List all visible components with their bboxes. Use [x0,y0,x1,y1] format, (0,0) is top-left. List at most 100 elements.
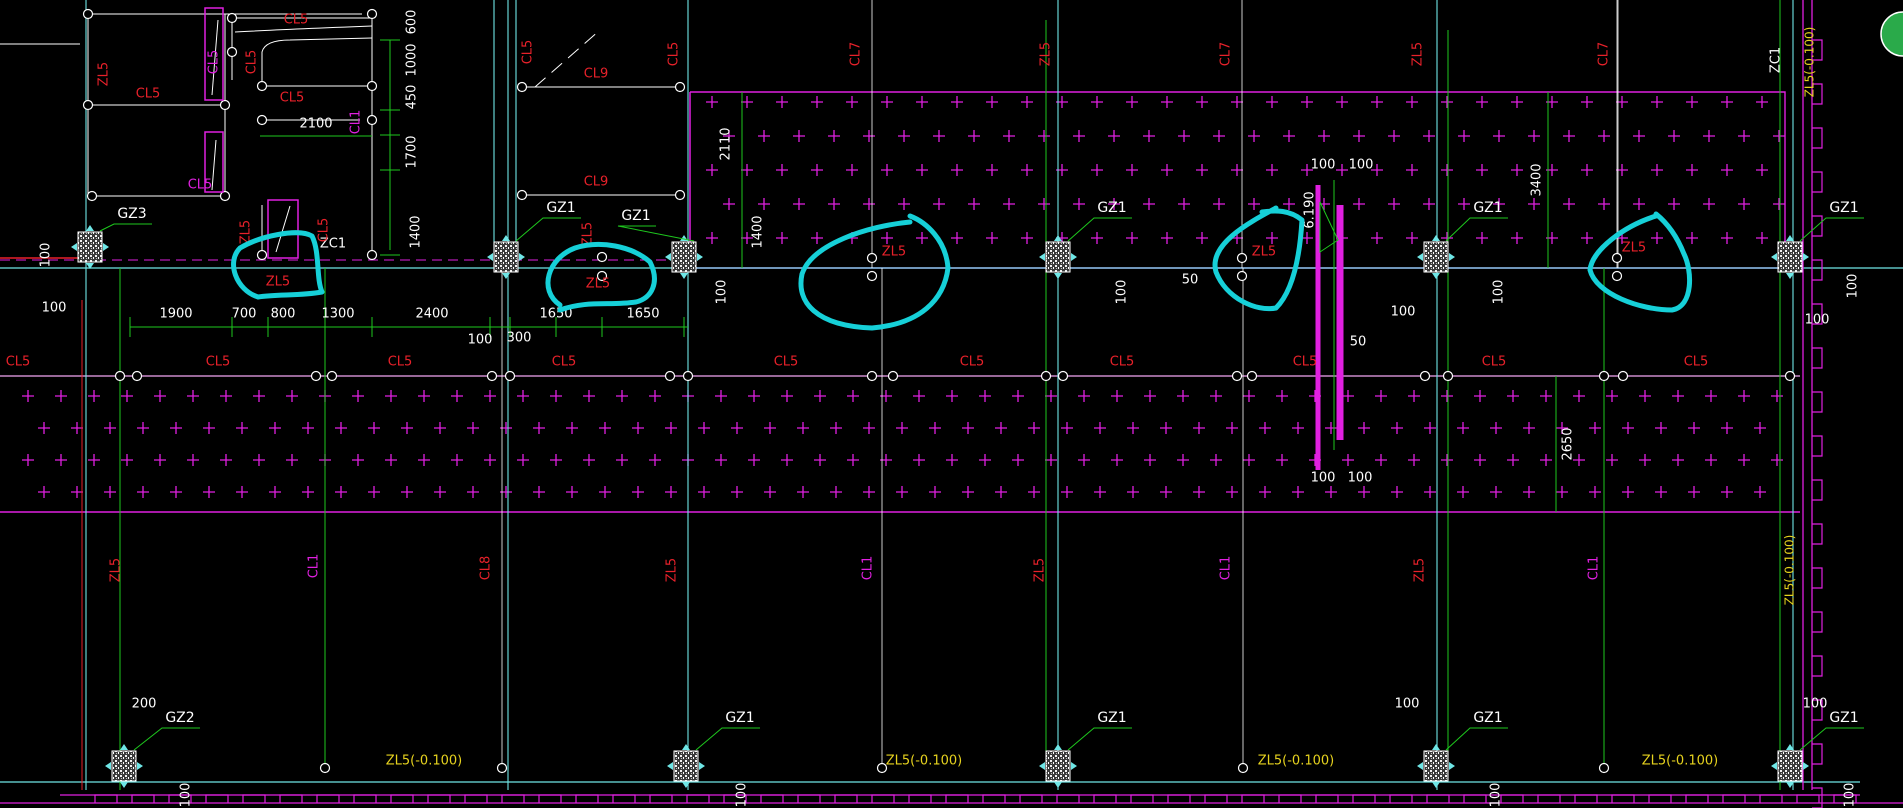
beam-label: CL5 [136,87,161,102]
beam-node [1231,370,1243,382]
beam-node [486,370,498,382]
dimension-text: 2100 [299,117,332,132]
beam-label: CL7 [1219,42,1234,67]
column-gz1 [1423,241,1449,273]
detail-node [226,12,238,24]
beam-label-elevation: ZL5(-0.100) [1783,535,1797,606]
beam-node [326,370,338,382]
dimension-text: 700 [232,307,257,322]
dimension-text: 1650 [626,307,659,322]
beam-label: CL1 [1587,556,1602,581]
beam-node [1419,370,1431,382]
dimension-text-vertical: 100 [1846,274,1861,299]
beam-label: CL1 [349,110,364,135]
column-gz1 [1045,750,1071,782]
beam-node [596,251,608,263]
column-tag: GZ1 [725,710,754,726]
dimension-text-vertical: 2650 [1561,427,1576,460]
beam-label: CL5 [1684,355,1709,370]
column-gz1 [1045,241,1071,273]
beam-node [496,762,508,774]
column-tag: GZ3 [117,206,146,222]
dimension-text-vertical: 100 [1492,280,1507,305]
dimension-text: 1300 [321,307,354,322]
detail-node [256,249,268,261]
beam-label: CL1 [861,556,876,581]
beam-node [1611,270,1623,282]
beam-label: ZL5 [1252,245,1276,260]
beam-node [1598,762,1610,774]
beam-label: CL5 [284,13,309,28]
beam-label: CL5 [552,355,577,370]
beam-label: ZL5 [1039,42,1054,66]
dimension-text: 1900 [159,307,192,322]
beam-label: CL5 [1110,355,1135,370]
beam-node [131,370,143,382]
beam-label: CL5 [521,40,536,65]
dimension-text: 200 [132,697,157,712]
dimension-text: 100 [1348,471,1373,486]
detail-node [86,190,98,202]
dimension-text: 100 [1805,313,1830,328]
cad-drawing-canvas[interactable]: 1900 700 800 1300 2400100 3001650 165021001005… [0,0,1903,808]
column-tag: GZ1 [1097,200,1126,216]
beam-node [1611,252,1623,264]
beam-label: ZL5 [1413,558,1428,582]
detail-node [256,80,268,92]
column-gz1 [1777,241,1803,273]
column-tag: GZ1 [621,208,650,224]
beam-node [1236,252,1248,264]
beam-label: CL5 [1293,355,1318,370]
detail-node [674,189,686,201]
beam-label: CL9 [584,175,609,190]
detail-node [226,46,238,58]
beam-node [1237,762,1249,774]
dimension-text: 100 [1349,158,1374,173]
beam-label: ZL5 [97,62,112,86]
column-tag: GZ1 [1473,200,1502,216]
beam-label: CL5 [6,355,31,370]
beam-label: CL5 [388,355,413,370]
beam-node [504,370,516,382]
beam-label: CL5 [188,178,213,193]
detail-node [674,81,686,93]
dimension-text-vertical: 100 [715,280,730,305]
beam-node [664,370,676,382]
beam-label-elevation: ZL5(-0.100) [1642,754,1718,769]
dimension-text-vertical: 100 [39,243,54,268]
detail-node [219,190,231,202]
column-gz1 [1423,750,1449,782]
beam-node [1040,370,1052,382]
dimension-text-vertical: 100 [1489,783,1504,808]
beam-node [1617,370,1629,382]
dimension-text-vertical: 1400 [409,215,424,248]
dimension-text-vertical: 100 [735,783,750,808]
column-tag: GZ1 [1473,710,1502,726]
beam-label: CL5 [1482,355,1507,370]
dimension-text: 100 [468,333,493,348]
dimension-text-vertical: 600 [405,10,420,35]
detail-node [366,80,378,92]
beam-node [114,370,126,382]
detail-node [256,114,268,126]
beam-label: CL7 [1597,42,1612,67]
beam-label: CL7 [849,42,864,67]
dimension-text: 50 [1182,273,1199,288]
dimension-text-vertical: 1000 [405,43,420,76]
beam-node [887,370,899,382]
dimension-text: 800 [271,307,296,322]
column-tag: GZ1 [1829,710,1858,726]
beam-label-elevation: ZL5(-0.100) [1803,27,1817,98]
detail-node [82,99,94,111]
beam-label: ZL5 [1411,42,1426,66]
beam-label: CL1 [307,554,322,579]
beam-node [1442,370,1454,382]
beam-node [1784,370,1796,382]
beam-label: CL1 [1219,556,1234,581]
beam-label: ZL5 [586,277,610,292]
beam-label: CL9 [584,67,609,82]
column-gz1 [493,241,519,273]
dimension-text-vertical: 2110 [719,127,734,160]
beam-node [1598,370,1610,382]
column-gz2 [111,750,137,782]
